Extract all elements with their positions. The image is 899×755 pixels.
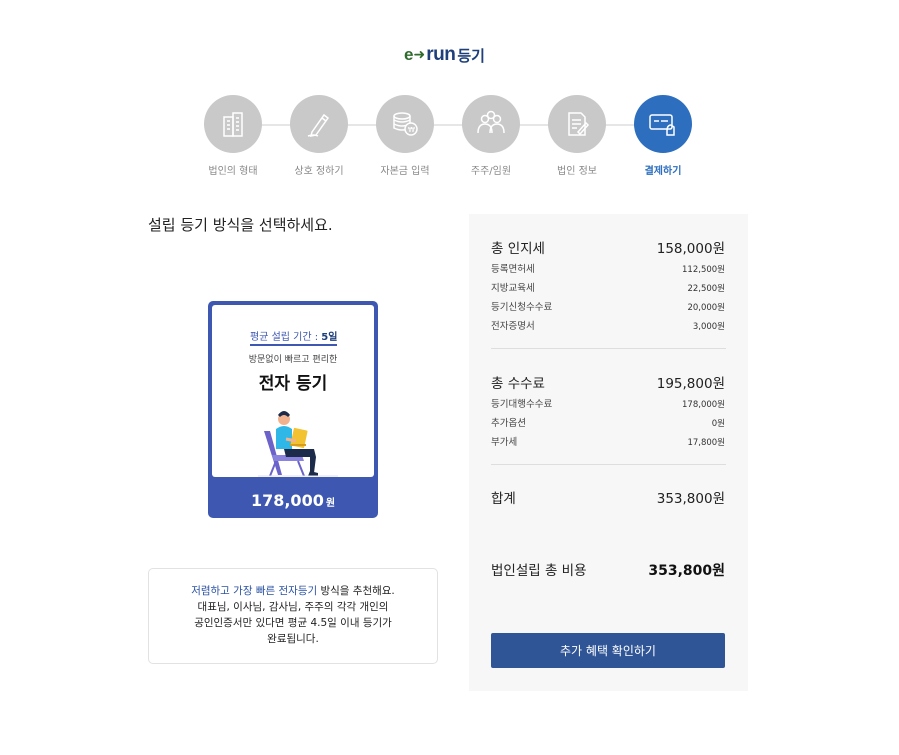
- step-payment[interactable]: 결제하기: [633, 95, 693, 177]
- logo-registration: 등기: [457, 46, 485, 65]
- check-extra-benefits-button[interactable]: 추가 혜택 확인하기: [491, 633, 725, 668]
- fee-item-label: 지방교육세: [491, 283, 535, 294]
- page-title: 설립 등기 방식을 선택하세요.: [148, 216, 333, 234]
- period-value: 5일: [321, 332, 338, 343]
- logo-run: run: [426, 44, 456, 65]
- people-icon: [462, 95, 520, 153]
- fee-total-value: 195,800원: [656, 376, 725, 392]
- fee-item-row: 지방교육세 22,500원: [491, 280, 725, 294]
- logo[interactable]: e ➜ run 등기: [404, 44, 485, 66]
- fee-item-value: 112,500원: [682, 265, 725, 275]
- sum-value: 353,800원: [656, 491, 725, 507]
- electronic-registration-card[interactable]: 평균 설립 기간 : 5일 방문없이 빠르고 편리한 전자 등기 178,000…: [208, 301, 378, 518]
- fee-item-row: 추가옵션 0원: [491, 415, 725, 429]
- fee-item-row: 등기대행수수료 178,000원: [491, 396, 725, 410]
- reco-line-1: 저렴하고 가장 빠른 전자등기 방식을 추천해요.: [149, 583, 437, 599]
- fee-total-label: 총 수수료: [491, 376, 545, 392]
- person-laptop-illustration: [258, 411, 338, 477]
- pen-icon: [290, 95, 348, 153]
- card-subtitle: 방문없이 빠르고 편리한: [248, 355, 338, 365]
- reco-line-1-rest: 방식을 추천해요.: [317, 585, 395, 597]
- stamp-tax-total-value: 158,000원: [656, 241, 725, 257]
- card-payment-icon: [634, 95, 692, 153]
- svg-text:₩: ₩: [408, 126, 415, 134]
- fee-item-value: 20,000원: [687, 303, 725, 313]
- reco-highlight: 저렴하고 가장 빠른 전자등기: [191, 585, 318, 597]
- stamp-tax-total-label: 총 인지세: [491, 241, 545, 257]
- fee-item-value: 3,000원: [692, 322, 725, 332]
- grand-total-label: 법인설립 총 비용: [491, 563, 587, 579]
- building-icon: [204, 95, 262, 153]
- divider: [491, 464, 726, 465]
- card-title: 전자 등기: [258, 374, 328, 394]
- fee-total-row: 총 수수료 195,800원: [491, 372, 725, 392]
- step-label: 자본금 입력: [380, 166, 430, 177]
- sum-row: 합계 353,800원: [491, 487, 725, 507]
- card-body: 평균 설립 기간 : 5일 방문없이 빠르고 편리한 전자 등기: [212, 305, 374, 477]
- reco-line-2: 대표님, 이사님, 감사님, 주주의 각각 개인의: [197, 601, 389, 613]
- step-corporate-info[interactable]: 법인 정보: [547, 95, 607, 177]
- step-label: 결제하기: [644, 166, 682, 177]
- step-capital-input[interactable]: ₩ 자본금 입력: [375, 95, 435, 177]
- fee-item-label: 등기신청수수료: [491, 302, 553, 313]
- fee-item-label: 등기대행수수료: [491, 399, 553, 410]
- cost-summary-panel: 총 인지세 158,000원 등록면허세 112,500원 지방교육세 22,5…: [469, 214, 748, 691]
- fee-item-label: 전자증명서: [491, 321, 535, 332]
- progress-stepper: 법인의 형태 상호 정하기 ₩ 자본금 입력 주주/임원 법인 정보 결제하기: [203, 95, 703, 185]
- fee-item-row: 전자증명서 3,000원: [491, 318, 725, 332]
- grand-total-value: 353,800원: [648, 563, 725, 579]
- fee-item-label: 부가세: [491, 437, 518, 448]
- fee-item-row: 등기신청수수료 20,000원: [491, 299, 725, 313]
- card-price-value: 178,000: [250, 491, 324, 510]
- fee-item-value: 178,000원: [682, 400, 725, 410]
- step-label: 상호 정하기: [294, 166, 344, 177]
- fee-item-label: 추가옵션: [491, 418, 526, 429]
- reco-line-4: 완료됩니다.: [267, 633, 319, 645]
- recommendation-box: 저렴하고 가장 빠른 전자등기 방식을 추천해요. 대표님, 이사님, 감사님,…: [148, 568, 438, 664]
- logo-e: e: [404, 45, 414, 64]
- stamp-tax-total-row: 총 인지세 158,000원: [491, 237, 725, 257]
- grand-total-row: 법인설립 총 비용 353,800원: [491, 559, 725, 580]
- fee-item-value: 17,800원: [687, 438, 725, 448]
- step-label: 법인 정보: [557, 166, 597, 177]
- fee-item-row: 부가세 17,800원: [491, 434, 725, 448]
- fee-item-row: 등록면허세 112,500원: [491, 261, 725, 275]
- step-label: 주주/임원: [470, 166, 512, 177]
- step-corporate-type[interactable]: 법인의 형태: [203, 95, 263, 177]
- step-label: 법인의 형태: [208, 166, 258, 177]
- card-price-unit: 원: [325, 498, 336, 509]
- average-period-badge: 평균 설립 기간 : 5일: [250, 328, 338, 346]
- sum-label: 합계: [491, 491, 516, 507]
- card-price: 178,000 원: [208, 491, 378, 510]
- document-icon: [548, 95, 606, 153]
- divider: [491, 348, 726, 349]
- coins-icon: ₩: [376, 95, 434, 153]
- fee-item-value: 22,500원: [687, 284, 725, 294]
- reco-line-3: 공인인증서만 있다면 평균 4.5일 이내 등기가: [194, 617, 392, 629]
- fee-item-label: 등록면허세: [491, 264, 535, 275]
- step-company-name[interactable]: 상호 정하기: [289, 95, 349, 177]
- logo-arrow-icon: ➜: [413, 47, 426, 63]
- fee-item-value: 0원: [711, 419, 725, 429]
- step-shareholders[interactable]: 주주/임원: [461, 95, 521, 177]
- period-prefix: 평균 설립 기간 :: [250, 332, 322, 343]
